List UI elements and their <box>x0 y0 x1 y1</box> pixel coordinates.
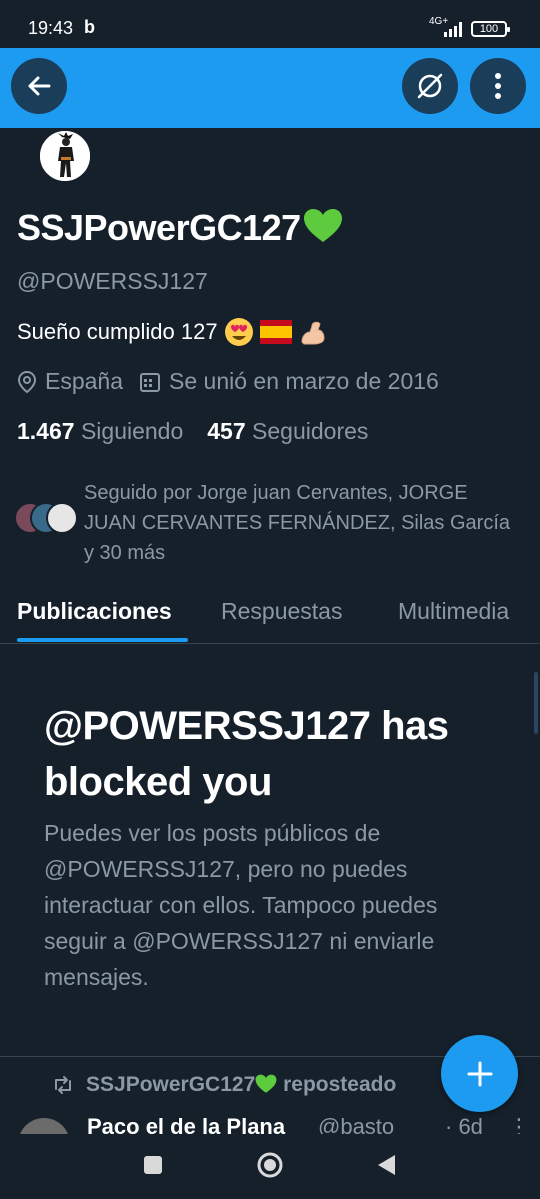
following-count: 1.467 <box>17 418 75 444</box>
followers-label: Seguidores <box>252 418 369 444</box>
arrow-left-icon <box>28 76 51 96</box>
followed-by[interactable]: Seguido por Jorge juan Cervantes, JORGE … <box>14 478 524 568</box>
profile-banner <box>0 48 540 128</box>
profile-tabs: Publicaciones Respuestas Multimedia <box>0 590 540 644</box>
location-pin-icon <box>17 370 37 393</box>
calendar-icon <box>140 372 161 392</box>
scrollbar[interactable] <box>534 672 538 734</box>
compose-button[interactable] <box>441 1035 518 1112</box>
post-author[interactable]: Paco el de la Plana <box>87 1114 285 1134</box>
home-button[interactable] <box>256 1151 284 1179</box>
spain-flag-emoji <box>259 320 292 344</box>
profile-bio: Sueño cumplido 127 <box>17 317 326 347</box>
more-options-button[interactable] <box>470 58 526 114</box>
recents-button[interactable] <box>143 1155 163 1175</box>
followed-by-text: Seguido por Jorge juan Cervantes, JORGE … <box>84 482 511 564</box>
blocked-title: @POWERSSJ127 has blocked you <box>44 704 449 804</box>
status-time: 19:43 <box>28 18 74 38</box>
profile-avatar[interactable] <box>37 128 93 184</box>
following-link[interactable]: 1.467 Siguiendo <box>17 418 183 445</box>
status-bar: 19:43 b 4G+ 100 <box>0 0 540 48</box>
follow-stats: 1.467 Siguiendo 457 Seguidores <box>17 418 368 445</box>
back-nav-button[interactable] <box>375 1153 397 1177</box>
display-name: SSJPowerGC127 <box>17 207 343 249</box>
profile-handle: @POWERSSJ127 <box>17 268 208 294</box>
signal-icon <box>444 22 462 37</box>
post-more-button[interactable]: ⋮ <box>508 1114 530 1134</box>
app-notification-icon: b <box>84 17 95 37</box>
battery-level: 100 <box>479 23 499 35</box>
follower-avatars <box>14 502 80 542</box>
display-name-text: SSJPowerGC127 <box>17 207 301 248</box>
vertical-dots-icon <box>495 73 501 99</box>
post-time: · 6d <box>445 1114 483 1134</box>
follower-avatar <box>46 502 78 534</box>
post-handle: @basto <box>318 1114 395 1134</box>
post-item[interactable]: Paco el de la Plana @basto · 6d ⋮ <box>0 1110 540 1134</box>
location-text: España <box>45 368 124 394</box>
active-tab-indicator <box>17 638 188 642</box>
avatar-figure-image <box>40 131 90 181</box>
bio-text: Sueño cumplido 127 <box>17 319 218 344</box>
grok-icon <box>417 73 443 99</box>
repost-user[interactable]: SSJPowerGC127 <box>86 1073 255 1096</box>
green-heart-emoji <box>255 1074 277 1093</box>
join-date-text: Se unió en marzo de 2016 <box>169 368 439 394</box>
blocked-message: Puedes ver los posts públicos de @POWERS… <box>44 820 438 990</box>
repost-icon <box>55 1076 71 1094</box>
green-heart-emoji <box>303 209 342 242</box>
following-label: Siguiendo <box>80 418 184 444</box>
post-author-avatar[interactable] <box>18 1118 70 1134</box>
plus-icon <box>467 1061 492 1086</box>
join-date: Se unió en marzo de 2016 <box>139 368 439 395</box>
followers-count: 457 <box>207 418 246 444</box>
repost-suffix: reposteado <box>283 1073 397 1096</box>
tab-multimedia[interactable]: Multimedia <box>398 598 509 625</box>
battery-icon: 100 <box>471 21 510 37</box>
flexed-biceps-emoji <box>301 321 325 345</box>
grok-button[interactable] <box>402 58 458 114</box>
location: España <box>17 368 123 395</box>
tab-publicaciones[interactable]: Publicaciones <box>17 598 172 625</box>
profile-meta: España Se unió en marzo de 2016 <box>17 368 439 395</box>
repost-indicator: SSJPowerGC127 reposteado <box>52 1073 396 1097</box>
tab-respuestas[interactable]: Respuestas <box>221 598 342 625</box>
followers-link[interactable]: 457 Seguidores <box>207 418 368 445</box>
heart-eyes-emoji <box>224 318 253 346</box>
system-nav-bar <box>0 1134 540 1199</box>
back-button[interactable] <box>11 58 67 114</box>
